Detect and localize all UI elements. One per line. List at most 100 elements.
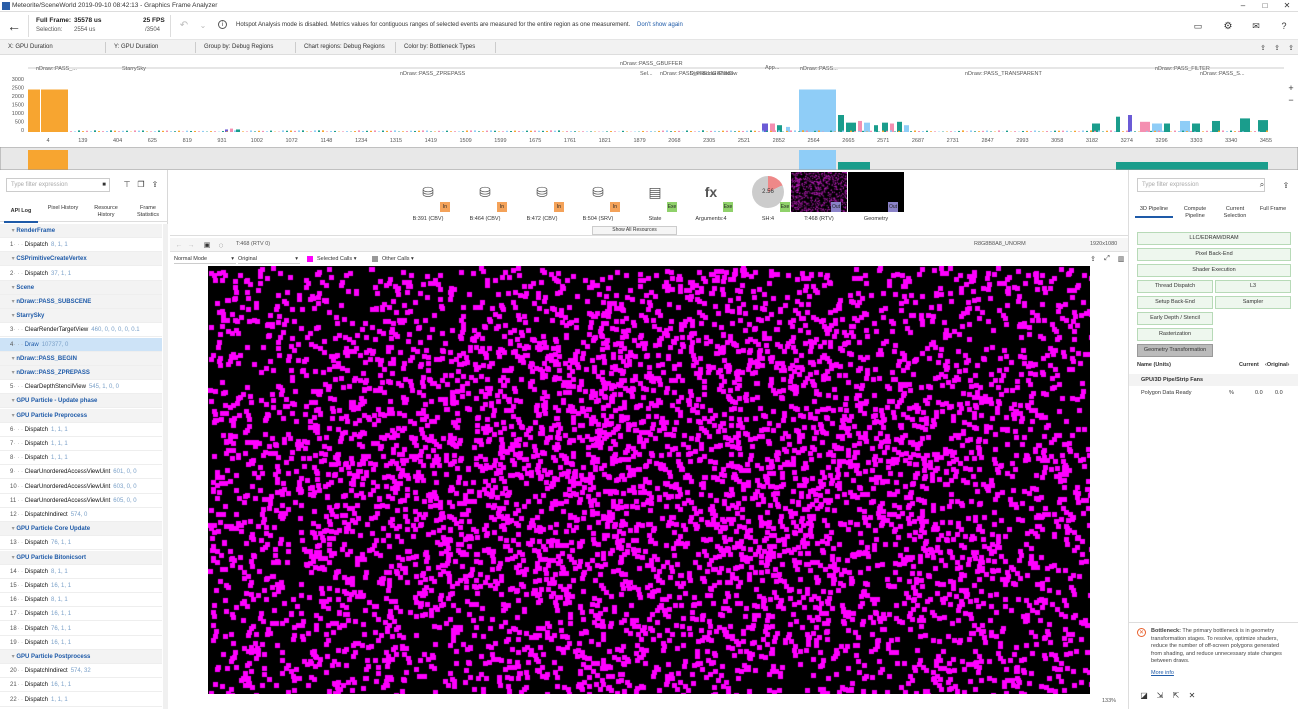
resource-item[interactable]: Out T:468 (RTV) (791, 172, 847, 224)
region-label[interactable]: Sel... (640, 71, 653, 77)
pipeline-sampler[interactable]: Sampler (1215, 296, 1291, 309)
timeline-bar[interactable] (1006, 130, 1008, 132)
timeline-bar[interactable] (210, 131, 212, 132)
timeline-bar[interactable] (622, 130, 624, 132)
timeline-bar[interactable] (470, 130, 472, 132)
timeline-bar[interactable] (582, 131, 584, 132)
region-label[interactable]: nDraw::PASS_ZPREPASS (400, 71, 466, 77)
timeline-bar[interactable] (726, 130, 728, 132)
search-icon[interactable]: ⌕ (1257, 180, 1267, 190)
timeline-bar[interactable] (1164, 123, 1170, 133)
timeline-bar[interactable] (266, 131, 268, 132)
api-log-group[interactable]: ▾ GPU Particle Postprocess (0, 650, 162, 664)
resource-item[interactable]: ▤ Exe State (627, 172, 683, 224)
timeline-bar[interactable] (1046, 131, 1048, 132)
timeline-bar[interactable] (1106, 130, 1108, 132)
timeline-bar[interactable] (714, 130, 716, 132)
api-log-row[interactable]: 13 · · · Dispatch 76, 1, 1 (0, 536, 162, 551)
api-log-row[interactable]: 6 · · · Dispatch 1, 1, 1 (0, 423, 162, 437)
timeline-bar[interactable] (1258, 131, 1260, 132)
tab-full-frame[interactable]: Full Frame (1255, 206, 1291, 213)
timeline-bar[interactable] (94, 130, 96, 132)
timeline-bar[interactable] (250, 130, 252, 132)
metrics-current-header[interactable]: Current (1239, 362, 1259, 368)
resource-item[interactable]: 2.56 Exe SH:4 (740, 172, 796, 224)
timeline-bar[interactable] (530, 130, 532, 132)
timeline-bar[interactable] (1218, 130, 1220, 132)
timeline-bar[interactable] (238, 130, 240, 132)
timeline-bar[interactable] (402, 131, 404, 132)
timeline-bar[interactable] (462, 131, 464, 132)
timeline-bar[interactable] (922, 131, 924, 132)
timeline-bar[interactable] (1054, 130, 1056, 132)
timeline-bar[interactable] (430, 131, 432, 132)
timeline-bar[interactable] (190, 130, 192, 132)
group-by-dropdown[interactable]: Group by: Debug Regions (200, 42, 296, 53)
region-label[interactable]: nDraw::PASS_TRANSPARENT (965, 71, 1042, 77)
layout-icon[interactable]: ◪ (1139, 690, 1149, 700)
collapse-icon[interactable]: ⇲ (1155, 690, 1165, 700)
timeline-bar[interactable] (1146, 131, 1148, 132)
tab-frame-statistics[interactable]: Frame Statistics (130, 205, 166, 219)
timeline-bar[interactable] (118, 131, 120, 132)
timeline-bar[interactable] (1198, 130, 1200, 132)
timeline-bar[interactable] (150, 131, 152, 132)
timeline-bar[interactable] (1094, 130, 1096, 132)
timeline-bar[interactable] (270, 130, 272, 132)
timeline-bar[interactable] (1098, 130, 1100, 132)
timeline-bar[interactable] (518, 130, 520, 132)
timeline-bar[interactable] (694, 131, 696, 132)
timeline-bar[interactable] (1082, 130, 1084, 132)
timeline-bar[interactable] (258, 130, 260, 132)
timeline-bar[interactable] (1174, 130, 1176, 132)
metrics-name-header[interactable]: Name (Units) (1137, 362, 1171, 368)
timeline-bar[interactable] (570, 131, 572, 132)
tab-current-selection[interactable]: Current Selection (1217, 206, 1253, 220)
timeline-bar[interactable] (458, 131, 460, 132)
timeline-bar[interactable] (370, 130, 372, 132)
api-log-row[interactable]: 7 · · · Dispatch 1, 1, 1 (0, 437, 162, 451)
timeline-bar[interactable] (86, 130, 88, 132)
timeline-bar[interactable] (28, 89, 40, 133)
timeline-bar[interactable] (778, 130, 780, 132)
timeline-bar[interactable] (214, 131, 216, 132)
minimap-viewport[interactable] (0, 146, 1298, 171)
dont-show-again-link[interactable]: Don't show again (637, 22, 683, 28)
timeline-bar[interactable] (574, 131, 576, 132)
timeline-bar[interactable] (1134, 131, 1136, 132)
timeline-bar[interactable] (1034, 130, 1036, 132)
back-nav-icon[interactable]: ← (174, 240, 184, 250)
timeline-bar[interactable] (842, 130, 844, 132)
pipeline-early-depth[interactable]: Early Depth / Stencil (1137, 312, 1213, 325)
color-by-dropdown[interactable]: Color by: Bottleneck Types (400, 42, 496, 53)
chart-regions-dropdown[interactable]: Chart regions: Debug Regions (300, 42, 396, 53)
timeline-bar[interactable] (450, 131, 452, 132)
timeline-bar[interactable] (134, 130, 136, 132)
timeline-bar[interactable] (974, 131, 976, 132)
timeline-bar[interactable] (698, 131, 700, 132)
timeline-bar[interactable] (254, 131, 256, 132)
timeline-bar[interactable] (962, 130, 964, 132)
expand-icon[interactable]: ⇱ (1171, 690, 1181, 700)
timeline-bar[interactable] (110, 130, 112, 132)
timeline-bar[interactable] (1086, 130, 1088, 132)
timeline-bar[interactable] (454, 131, 456, 132)
timeline-bar[interactable] (1154, 130, 1156, 132)
timeline-bar[interactable] (1078, 131, 1080, 132)
timeline-bar[interactable] (1022, 130, 1024, 132)
timeline-bar[interactable] (142, 130, 144, 132)
timeline-bar[interactable] (314, 130, 316, 132)
timeline-bar[interactable] (550, 130, 552, 132)
export-all-icon[interactable]: ⇪ (1286, 42, 1296, 53)
timeline-bar[interactable] (1122, 131, 1124, 132)
timeline-bar[interactable] (446, 130, 448, 132)
timeline-bar[interactable] (830, 130, 832, 132)
timeline-bar[interactable] (718, 131, 720, 132)
timeline-bar[interactable] (870, 130, 872, 132)
timeline-bar[interactable] (326, 131, 328, 132)
timeline-minimap[interactable] (0, 146, 1298, 171)
timeline-bar[interactable] (766, 130, 768, 132)
timeline-bar[interactable] (1178, 131, 1180, 132)
timeline-bar[interactable] (918, 130, 920, 132)
timeline-bar[interactable] (614, 131, 616, 132)
